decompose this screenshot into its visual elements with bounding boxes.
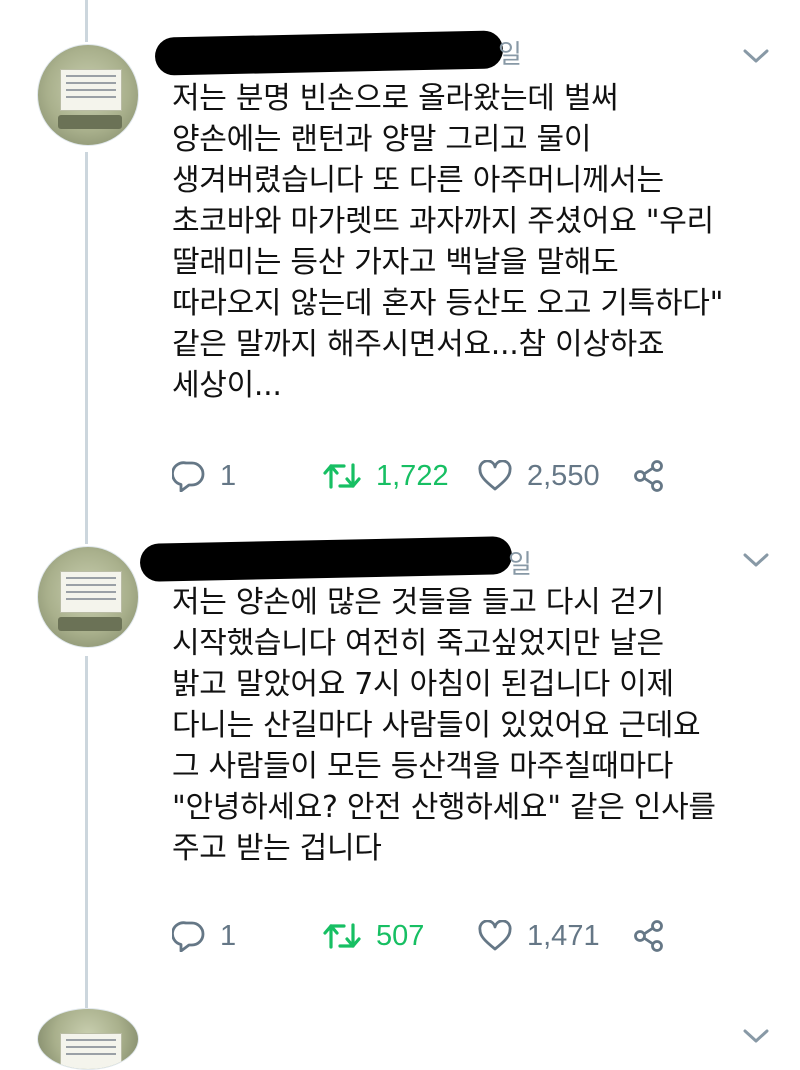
avatar[interactable] bbox=[37, 1008, 139, 1070]
chevron-down-icon[interactable] bbox=[742, 550, 770, 570]
retweet-count: 507 bbox=[376, 919, 425, 952]
tweet-actions: 1 507 1,471 bbox=[172, 916, 692, 956]
share-icon bbox=[634, 460, 663, 492]
like-icon bbox=[478, 460, 512, 491]
redacted-username bbox=[154, 30, 504, 76]
avatar[interactable] bbox=[37, 44, 139, 146]
like-count: 2,550 bbox=[527, 459, 600, 492]
chevron-down-icon[interactable] bbox=[742, 1026, 770, 1046]
retweet-icon bbox=[323, 923, 361, 949]
share-icon bbox=[634, 920, 663, 952]
tweet-actions: 1 1,722 2,550 bbox=[172, 456, 692, 496]
reply-button[interactable]: 1 bbox=[172, 920, 322, 953]
avatar[interactable] bbox=[37, 546, 139, 648]
reply-icon bbox=[172, 461, 205, 492]
share-button[interactable] bbox=[632, 460, 666, 492]
retweet-count: 1,722 bbox=[376, 459, 449, 492]
share-button[interactable] bbox=[632, 920, 666, 952]
reply-count: 1 bbox=[220, 919, 237, 952]
reply-icon bbox=[172, 921, 205, 952]
tweet-text: 저는 양손에 많은 것들을 들고 다시 걷기 시작했습니다 여전히 죽고싶었지만… bbox=[172, 585, 716, 866]
like-icon bbox=[478, 920, 512, 951]
username-fragment: 일 bbox=[508, 550, 532, 580]
reply-button[interactable]: 1 bbox=[172, 460, 322, 493]
reply-count: 1 bbox=[220, 459, 237, 492]
like-button[interactable]: 2,550 bbox=[477, 460, 632, 493]
retweet-button[interactable]: 1,722 bbox=[322, 460, 477, 493]
tweet-2[interactable]: 일 저는 양손에 많은 것들을 들고 다시 걷기 시작했습니다 여전히 죽고싶었… bbox=[0, 520, 800, 1000]
tweet-text: 저는 분명 빈손으로 올라왔는데 벌써 양손에는 랜턴과 양말 그리고 물이 생… bbox=[172, 81, 724, 403]
username-fragment: 일 bbox=[498, 40, 522, 70]
redacted-username bbox=[139, 536, 513, 582]
tweet-1[interactable]: 일 저는 분명 빈손으로 올라왔는데 벌써 양손에는 랜턴과 양말 그리고 물이… bbox=[0, 0, 800, 520]
like-button[interactable]: 1,471 bbox=[477, 920, 632, 953]
chevron-down-icon[interactable] bbox=[742, 46, 770, 66]
retweet-icon bbox=[323, 463, 361, 489]
like-count: 1,471 bbox=[527, 919, 600, 952]
retweet-button[interactable]: 507 bbox=[322, 920, 477, 953]
